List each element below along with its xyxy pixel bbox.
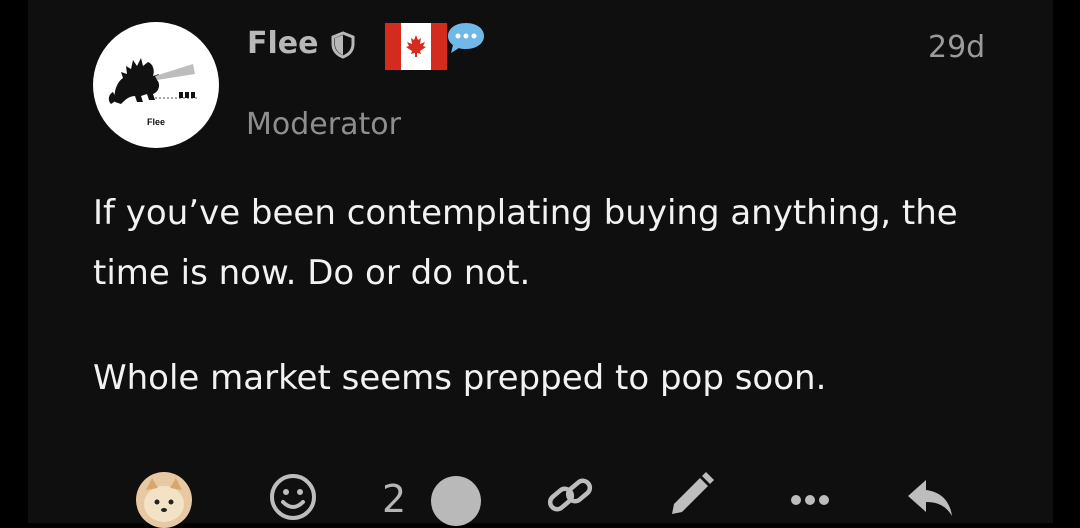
speech-bubble-icon <box>446 20 486 60</box>
shield-icon <box>331 31 355 63</box>
liker-avatar[interactable] <box>136 472 192 528</box>
more-options-button[interactable] <box>786 470 834 524</box>
author-avatar[interactable]: Flee <box>93 22 219 148</box>
edit-button[interactable] <box>664 470 716 524</box>
reaction-dot-icon[interactable] <box>431 476 481 526</box>
dog-face-icon <box>144 478 184 522</box>
post-paragraph: If you’ve been contemplating buying anyt… <box>93 193 958 293</box>
copy-link-button[interactable] <box>544 470 596 524</box>
canada-flag-icon <box>385 23 447 70</box>
post-timestamp[interactable]: 29d <box>928 28 985 68</box>
godzilla-logo-icon <box>108 58 197 104</box>
author-username[interactable]: Flee <box>247 24 318 64</box>
post-paragraph: Whole market seems prepped to pop soon. <box>93 358 827 398</box>
emoji-reaction-button[interactable] <box>268 470 318 524</box>
post-card: Flee Flee Moderator 29d If you’ve been c… <box>28 0 1053 528</box>
link-icon <box>547 478 593 512</box>
smiley-icon <box>270 474 316 520</box>
ellipsis-icon <box>791 495 829 505</box>
reply-button[interactable] <box>904 470 960 524</box>
like-count[interactable]: 2 <box>382 475 406 523</box>
avatar-caption: Flee <box>146 117 165 127</box>
reply-arrow-icon <box>908 480 952 516</box>
author-role: Moderator <box>246 107 401 142</box>
maple-leaf-icon <box>406 35 426 57</box>
post-body: If you’ve been contemplating buying anyt… <box>93 183 1013 408</box>
pencil-icon <box>672 472 714 514</box>
